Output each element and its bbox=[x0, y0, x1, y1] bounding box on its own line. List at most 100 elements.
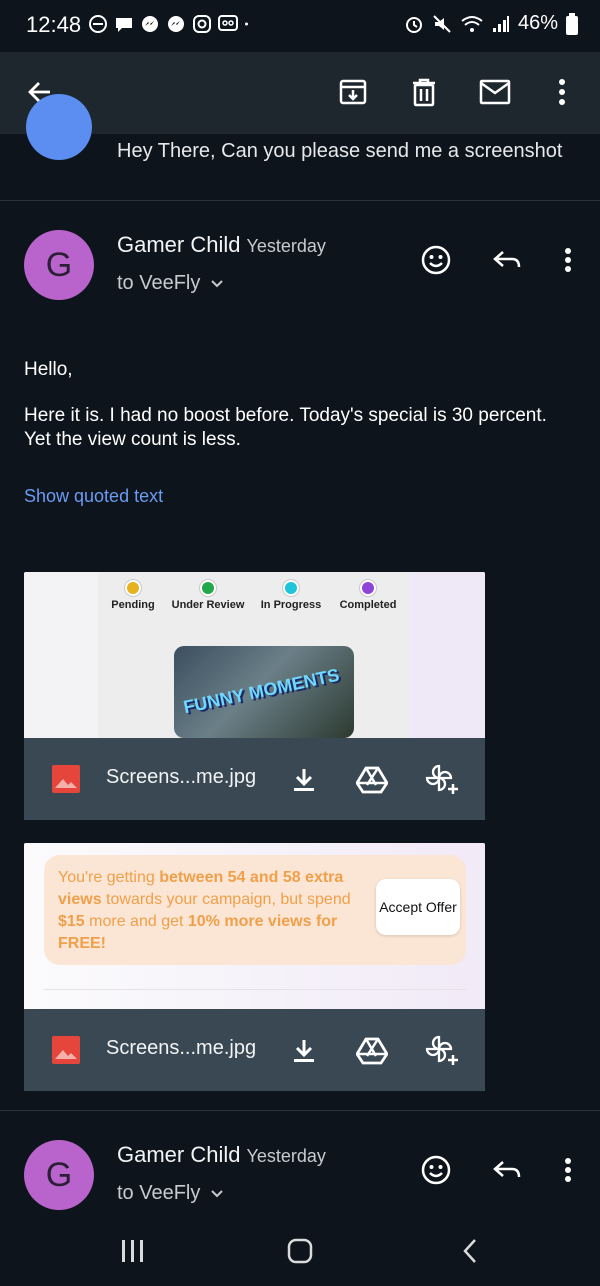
attachment-bar: Screens...me.jpg bbox=[24, 1009, 485, 1091]
messenger-icon bbox=[142, 16, 158, 32]
delete-icon bbox=[413, 78, 435, 107]
attachment-preview: You're getting between 54 and 58 extra v… bbox=[24, 843, 485, 1009]
offer-banner: You're getting between 54 and 58 extra v… bbox=[44, 855, 466, 965]
wifi-icon bbox=[461, 15, 483, 32]
delete-button[interactable] bbox=[402, 70, 446, 114]
download-button[interactable] bbox=[284, 760, 324, 800]
home-button[interactable] bbox=[280, 1234, 320, 1268]
offer-text-part: more and get bbox=[84, 913, 188, 930]
google-drive-icon bbox=[356, 766, 388, 794]
react-emoji-button[interactable] bbox=[416, 240, 456, 280]
thumbnail-text: FUNNY MOMENTS bbox=[181, 664, 342, 718]
reply-button[interactable] bbox=[487, 240, 527, 280]
step-label: Pending bbox=[111, 599, 155, 611]
avatar bbox=[26, 94, 92, 160]
system-back-button[interactable] bbox=[450, 1234, 490, 1268]
save-to-drive-button[interactable] bbox=[352, 760, 392, 800]
recipient-label: to VeeFly bbox=[117, 272, 201, 294]
emoji-icon bbox=[421, 245, 451, 275]
sender-line: Gamer Child Yesterday bbox=[117, 232, 326, 258]
add-to-photos-button[interactable] bbox=[422, 1031, 462, 1071]
instagram-icon bbox=[193, 15, 211, 33]
message-header: G Gamer Child Yesterday to VeeFly bbox=[0, 230, 600, 320]
system-icons: 46% bbox=[404, 12, 578, 35]
save-to-drive-button[interactable] bbox=[352, 1031, 392, 1071]
image-file-icon bbox=[52, 1036, 80, 1064]
sender-avatar[interactable]: G bbox=[24, 1140, 94, 1210]
message-greeting: Hello, bbox=[24, 359, 73, 380]
more-vert-icon bbox=[559, 79, 565, 105]
mark-unread-button[interactable] bbox=[473, 70, 517, 114]
mute-icon bbox=[433, 14, 451, 33]
collapsed-message[interactable]: Hey There, Can you please send me a scre… bbox=[0, 94, 600, 200]
step-label: In Progress bbox=[260, 599, 322, 611]
avatar-letter: G bbox=[45, 1155, 73, 1194]
dot-icon bbox=[245, 22, 248, 26]
attachment-card[interactable]: You're getting between 54 and 58 extra v… bbox=[24, 843, 485, 1091]
message-more-button[interactable] bbox=[548, 1150, 588, 1190]
reply-button[interactable] bbox=[487, 1150, 527, 1190]
download-icon bbox=[294, 1040, 314, 1062]
battery-icon bbox=[566, 12, 578, 35]
recipient-details[interactable]: to VeeFly bbox=[117, 1182, 224, 1205]
step-label: Completed bbox=[339, 599, 397, 611]
sender-name: Gamer Child bbox=[117, 1142, 241, 1167]
chat-bubble-icon bbox=[116, 18, 132, 32]
offer-text-part: You're getting bbox=[58, 869, 160, 886]
google-photos-add-icon bbox=[425, 764, 458, 794]
archive-button[interactable] bbox=[331, 70, 375, 114]
chevron-down-icon bbox=[211, 279, 224, 287]
attachment-bar: Screens...me.jpg bbox=[24, 738, 485, 820]
more-vert-icon bbox=[565, 1158, 571, 1182]
message-time: Yesterday bbox=[246, 1146, 326, 1166]
sender-avatar[interactable]: G bbox=[24, 230, 94, 300]
alarm-icon bbox=[405, 16, 422, 33]
chevron-down-icon bbox=[211, 1189, 224, 1197]
image-file-icon bbox=[52, 765, 80, 793]
recipient-details[interactable]: to VeeFly bbox=[117, 272, 224, 295]
preview-image: Pending Under Review In Progress Complet… bbox=[98, 572, 410, 738]
step-under-review: Under Review bbox=[163, 580, 253, 611]
google-photos-add-icon bbox=[425, 1035, 458, 1065]
video-thumbnail: FUNNY MOMENTS bbox=[174, 646, 354, 738]
sender-name: Gamer Child bbox=[117, 232, 241, 257]
add-to-photos-button[interactable] bbox=[422, 760, 462, 800]
show-quoted-text-link[interactable]: Show quoted text bbox=[24, 486, 163, 507]
attachment-filename: Screens...me.jpg bbox=[106, 1037, 257, 1059]
offer-text-part: towards your campaign, but spend bbox=[101, 891, 351, 908]
offer-text-bold: $15 bbox=[58, 913, 85, 930]
download-icon bbox=[294, 769, 314, 791]
notification-icons bbox=[88, 14, 254, 34]
archive-icon bbox=[339, 79, 367, 105]
divider bbox=[0, 200, 600, 201]
preview-divider bbox=[44, 989, 466, 990]
dnd-icon bbox=[89, 15, 107, 33]
voicemail-icon bbox=[218, 15, 238, 31]
step-completed: Completed bbox=[323, 580, 413, 611]
home-icon bbox=[287, 1238, 313, 1264]
recipient-label: to VeeFly bbox=[117, 1182, 201, 1204]
attachment-card[interactable]: Pending Under Review In Progress Complet… bbox=[24, 572, 485, 820]
status-time: 12:48 bbox=[26, 12, 82, 37]
system-nav-bar bbox=[0, 1216, 600, 1286]
message-snippet: Hey There, Can you please send me a scre… bbox=[117, 140, 563, 162]
recents-button[interactable] bbox=[113, 1234, 153, 1268]
accept-offer-button: Accept Offer bbox=[376, 879, 460, 935]
messenger-icon bbox=[168, 16, 184, 32]
recents-icon bbox=[122, 1240, 143, 1262]
download-button[interactable] bbox=[284, 1031, 324, 1071]
reply-icon bbox=[493, 251, 521, 268]
sender-line: Gamer Child Yesterday bbox=[117, 1142, 326, 1168]
react-emoji-button[interactable] bbox=[416, 1150, 456, 1190]
message-more-button[interactable] bbox=[548, 240, 588, 280]
attachment-filename: Screens...me.jpg bbox=[106, 766, 257, 788]
google-drive-icon bbox=[356, 1037, 388, 1065]
preview-edge bbox=[410, 572, 485, 738]
status-bar: 12:48 46% bbox=[0, 0, 600, 52]
battery-percent: 46% bbox=[517, 12, 558, 34]
step-label: Under Review bbox=[171, 599, 245, 611]
reply-icon bbox=[493, 1161, 521, 1178]
divider bbox=[0, 1110, 600, 1111]
attachment-preview: Pending Under Review In Progress Complet… bbox=[24, 572, 485, 738]
more-options-button[interactable] bbox=[540, 70, 584, 114]
